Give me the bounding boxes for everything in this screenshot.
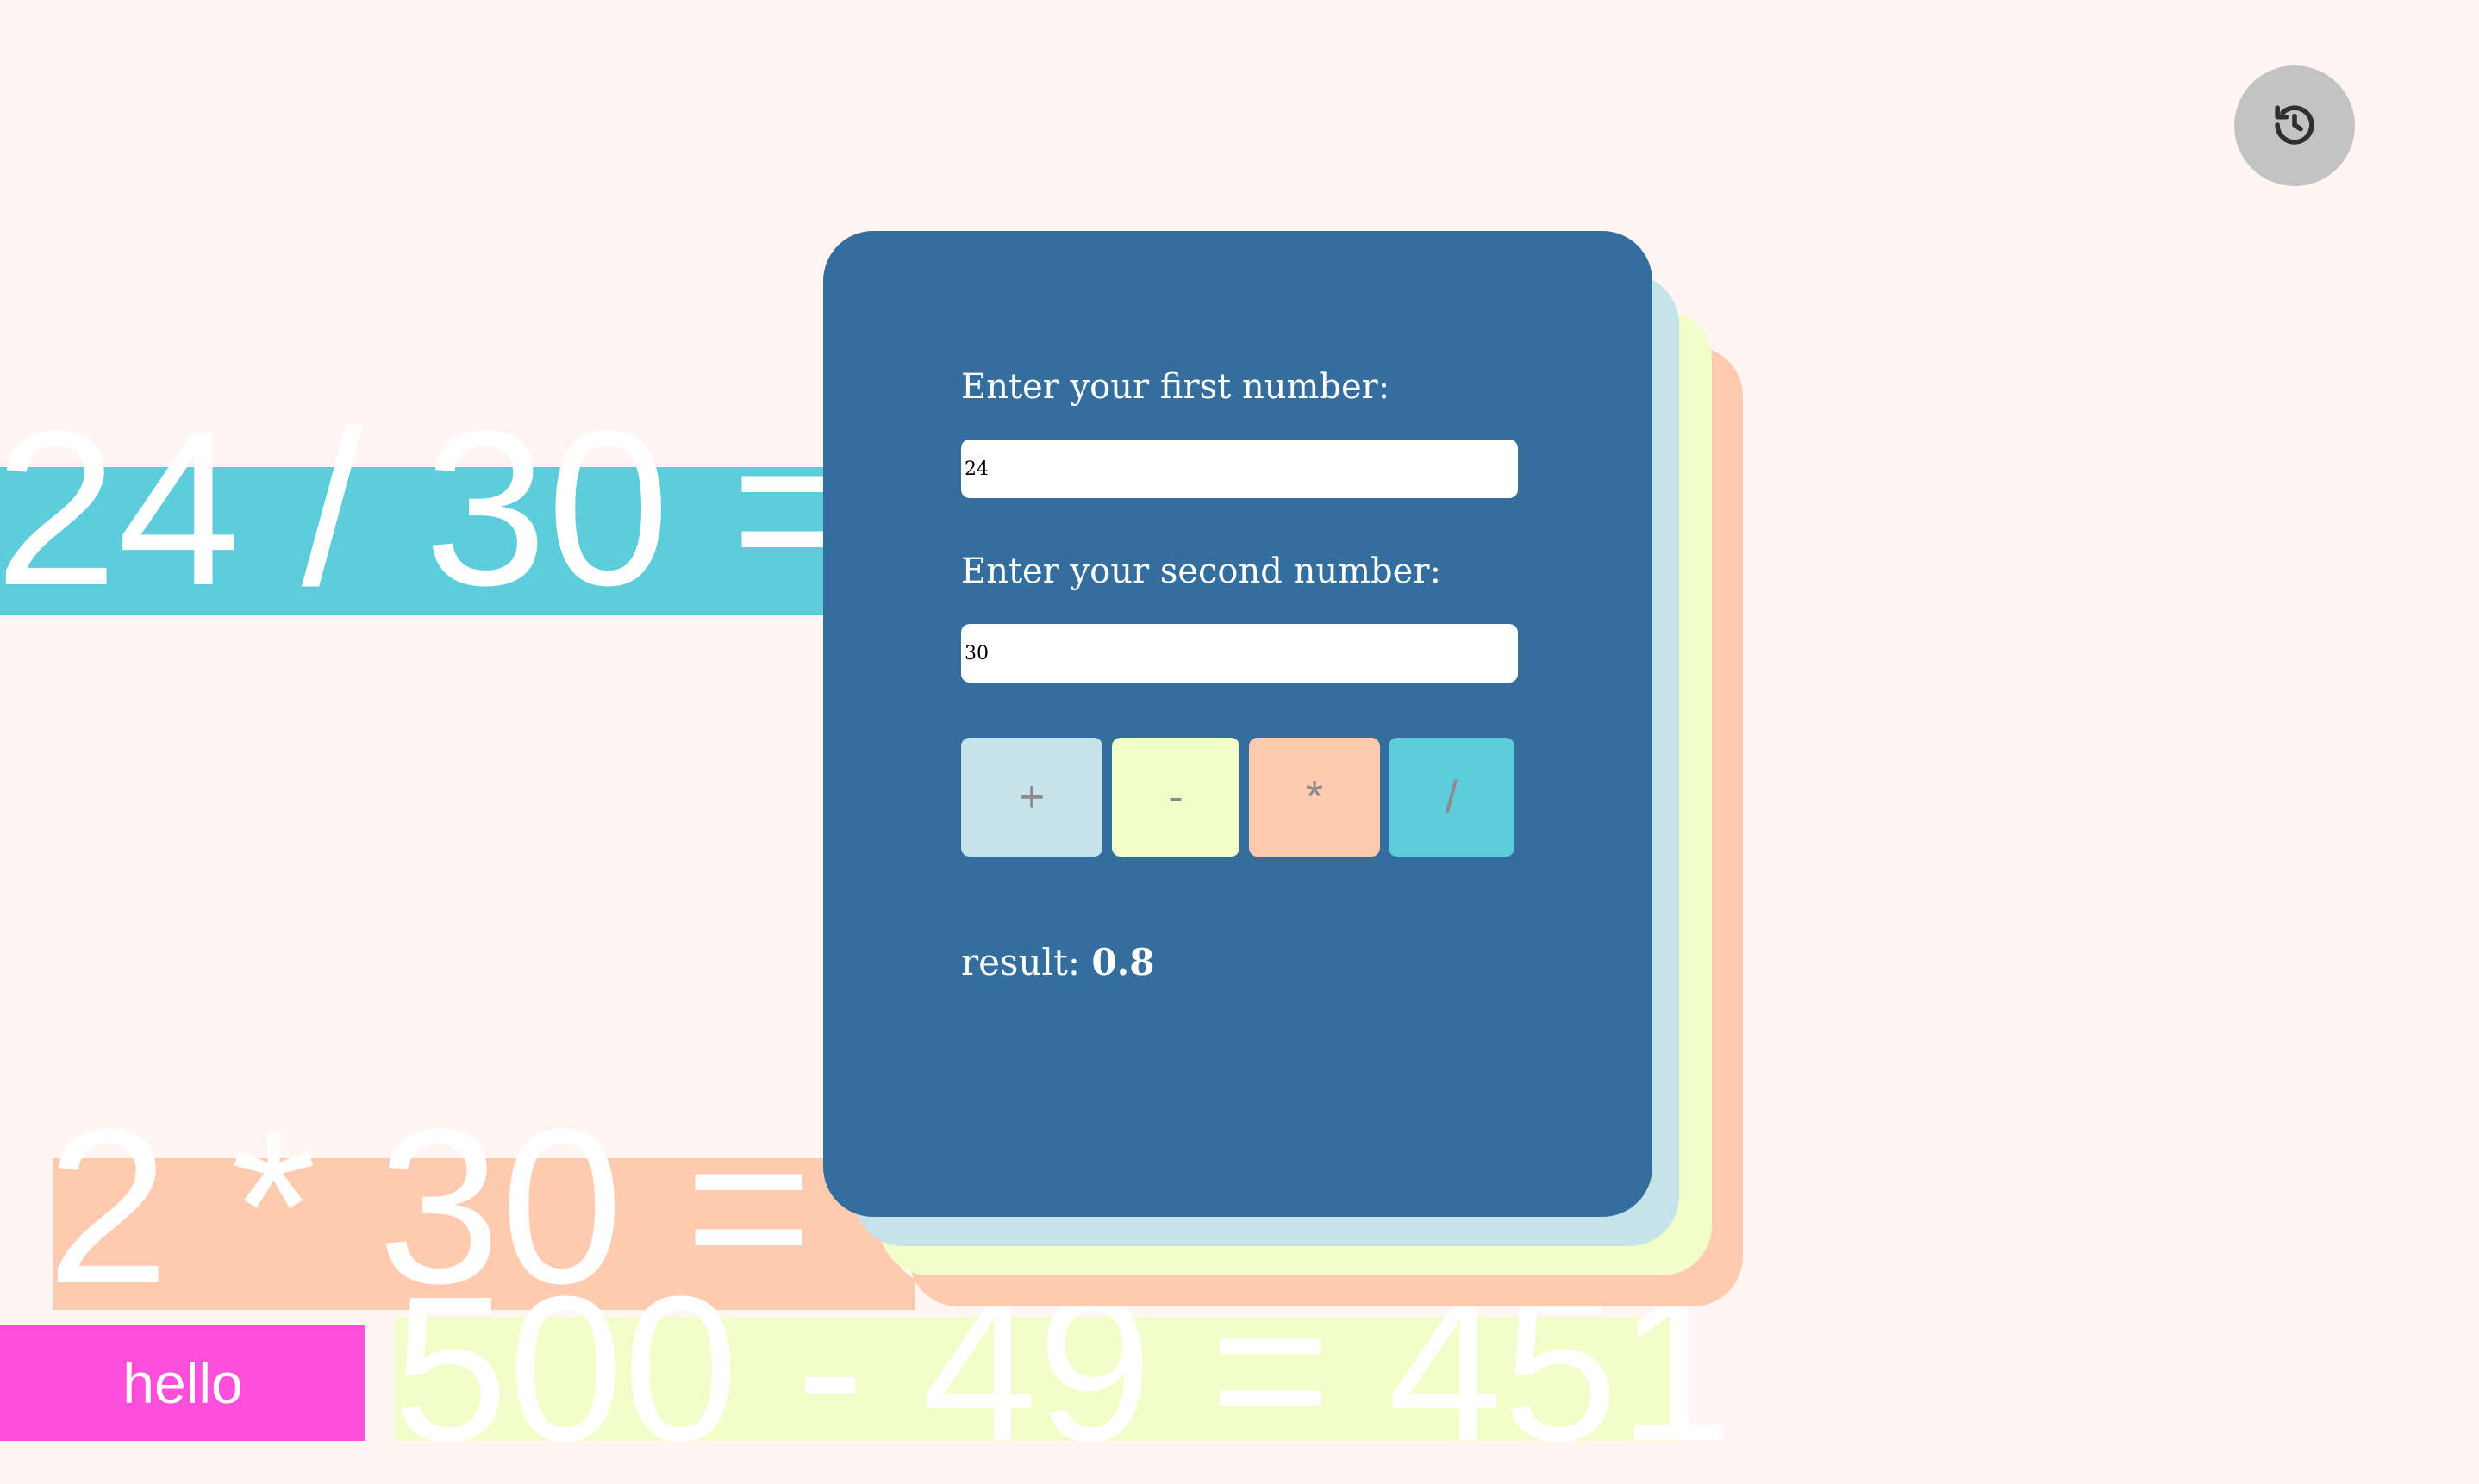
second-number-input[interactable] xyxy=(961,624,1518,683)
result-label: result: xyxy=(961,941,1080,983)
subtract-button[interactable]: - xyxy=(1112,738,1240,857)
result-value: 0.8 xyxy=(1091,941,1155,983)
first-number-input[interactable] xyxy=(961,440,1518,498)
divide-button[interactable]: / xyxy=(1389,738,1514,857)
history-button[interactable] xyxy=(2234,65,2355,186)
multiply-button[interactable]: * xyxy=(1249,738,1380,857)
add-button[interactable]: + xyxy=(961,738,1102,857)
calculator-card: Enter your first number: Enter your seco… xyxy=(823,231,1652,1217)
first-number-label: Enter your first number: xyxy=(961,367,1390,407)
result-display: result: 0.8 xyxy=(961,941,1154,983)
second-number-label: Enter your second number: xyxy=(961,552,1441,591)
hello-button[interactable]: hello xyxy=(0,1325,365,1441)
history-icon xyxy=(2270,101,2319,152)
